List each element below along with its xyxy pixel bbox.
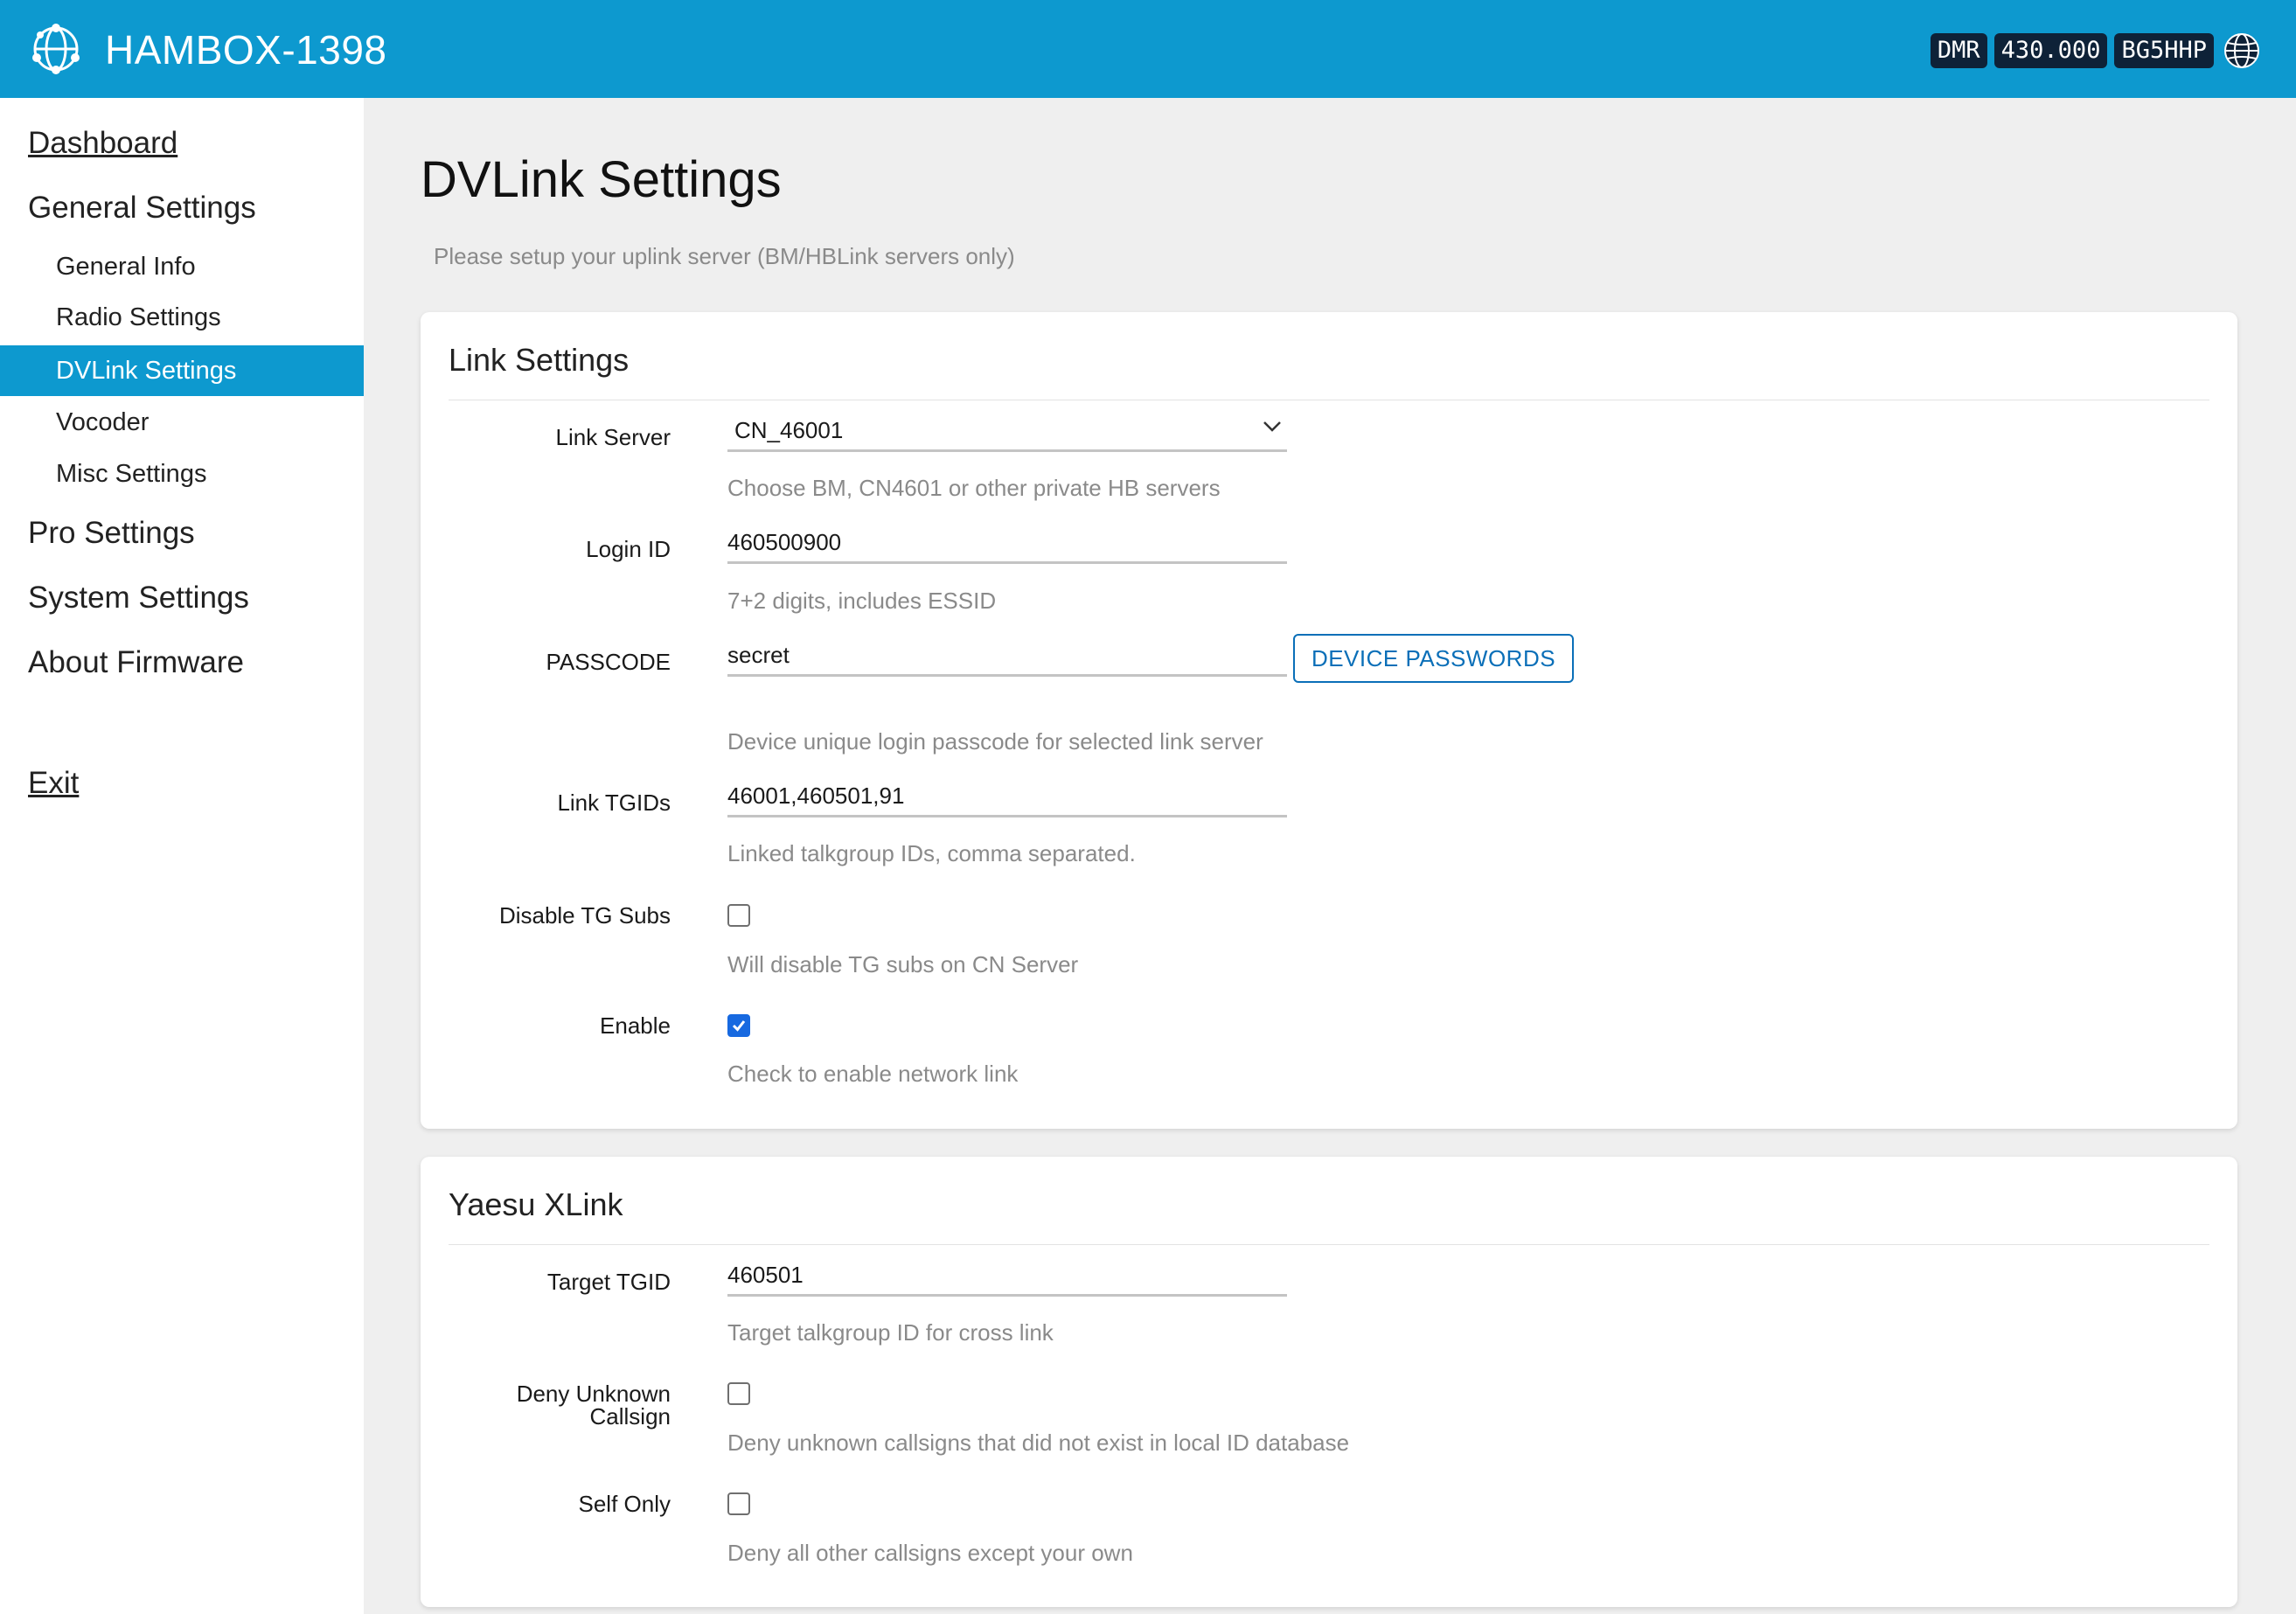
callsign-badge: BG5HHP xyxy=(2114,33,2214,68)
nav-general-settings[interactable]: General Settings xyxy=(28,191,256,226)
link-server-label: Link Server xyxy=(555,424,671,450)
page-title: DVLink Settings xyxy=(421,151,782,208)
sidebar: Dashboard General Settings General Info … xyxy=(0,98,364,1614)
app-title: HAMBOX-1398 xyxy=(105,27,387,73)
passcode-value: secret xyxy=(727,642,790,668)
link-tgids-input[interactable]: 46001,460501,91 xyxy=(727,772,1287,817)
link-server-select[interactable]: CN_46001 xyxy=(727,407,1287,452)
nav-vocoder[interactable]: Vocoder xyxy=(0,397,364,448)
yaesu-xlink-card: Yaesu XLink Target TGID 460501 Target ta… xyxy=(421,1157,2237,1607)
page-description: Please setup your uplink server (BM/HBLi… xyxy=(434,243,1015,269)
nav-general-info[interactable]: General Info xyxy=(0,241,364,292)
disable-tg-subs-label: Disable TG Subs xyxy=(498,902,671,929)
enable-label: Enable xyxy=(600,1012,671,1039)
self-only-hint: Deny all other callsigns except your own xyxy=(727,1540,1133,1566)
link-tgids-hint: Linked talkgroup IDs, comma separated. xyxy=(727,840,1136,866)
globe-icon xyxy=(2224,33,2259,68)
passcode-label: PASSCODE xyxy=(546,649,671,675)
login-id-hint: 7+2 digits, includes ESSID xyxy=(727,588,997,614)
enable-hint: Check to enable network link xyxy=(727,1061,1019,1087)
link-settings-card: Link Settings Link Server CN_46001 Choos… xyxy=(421,312,2237,1129)
target-tgid-input[interactable]: 460501 xyxy=(727,1251,1287,1297)
network-globe-icon[interactable] xyxy=(28,21,84,77)
nav-radio-settings[interactable]: Radio Settings xyxy=(0,292,364,343)
nav-dashboard[interactable]: Dashboard xyxy=(28,126,177,161)
checkmark-icon xyxy=(732,1020,746,1032)
deny-unknown-label: Deny Unknown xyxy=(516,1381,671,1407)
nav-exit[interactable]: Exit xyxy=(28,766,79,801)
divider xyxy=(449,1244,2209,1245)
frequency-badge: 430.000 xyxy=(1993,33,2108,68)
login-id-value: 460500900 xyxy=(727,529,842,555)
nav-pro-settings[interactable]: Pro Settings xyxy=(28,516,195,551)
nav-misc-settings[interactable]: Misc Settings xyxy=(0,449,364,499)
target-tgid-label: Target TGID xyxy=(546,1269,671,1295)
login-id-input[interactable]: 460500900 xyxy=(727,518,1287,564)
nav-system-settings[interactable]: System Settings xyxy=(28,581,249,616)
enable-checkbox[interactable] xyxy=(727,1014,750,1037)
mode-badge: DMR xyxy=(1930,33,1987,68)
self-only-checkbox[interactable] xyxy=(727,1492,750,1515)
disable-tg-subs-hint: Will disable TG subs on CN Server xyxy=(727,951,1079,977)
card-title: Yaesu XLink xyxy=(449,1186,623,1222)
link-tgids-label: Link TGIDs xyxy=(557,790,671,816)
disable-tg-subs-checkbox[interactable] xyxy=(727,904,750,927)
self-only-label: Self Only xyxy=(578,1491,671,1517)
chevron-down-icon xyxy=(1263,421,1281,432)
passcode-hint: Device unique login passcode for selecte… xyxy=(727,728,1263,755)
link-server-hint: Choose BM, CN4601 or other private HB se… xyxy=(727,475,1221,501)
device-passwords-button[interactable]: DEVICE PASSWORDS xyxy=(1293,634,1574,683)
link-tgids-value: 46001,460501,91 xyxy=(727,783,905,809)
status-badges: DMR 430.000 BG5HHP xyxy=(1930,31,2261,70)
deny-unknown-label-cont: Callsign xyxy=(589,1403,671,1430)
nav-about-firmware[interactable]: About Firmware xyxy=(28,645,244,680)
login-id-label: Login ID xyxy=(586,536,671,562)
target-tgid-hint: Target talkgroup ID for cross link xyxy=(727,1319,1054,1346)
passcode-input[interactable]: secret xyxy=(727,631,1287,677)
deny-unknown-hint: Deny unknown callsigns that did not exis… xyxy=(727,1430,1350,1456)
top-bar: HAMBOX-1398 DMR 430.000 BG5HHP xyxy=(0,0,2296,98)
deny-unknown-checkbox[interactable] xyxy=(727,1382,750,1405)
link-server-value: CN_46001 xyxy=(734,417,844,443)
target-tgid-value: 460501 xyxy=(727,1262,804,1288)
card-title: Link Settings xyxy=(449,342,630,378)
nav-dvlink-settings[interactable]: DVLink Settings xyxy=(0,345,364,396)
